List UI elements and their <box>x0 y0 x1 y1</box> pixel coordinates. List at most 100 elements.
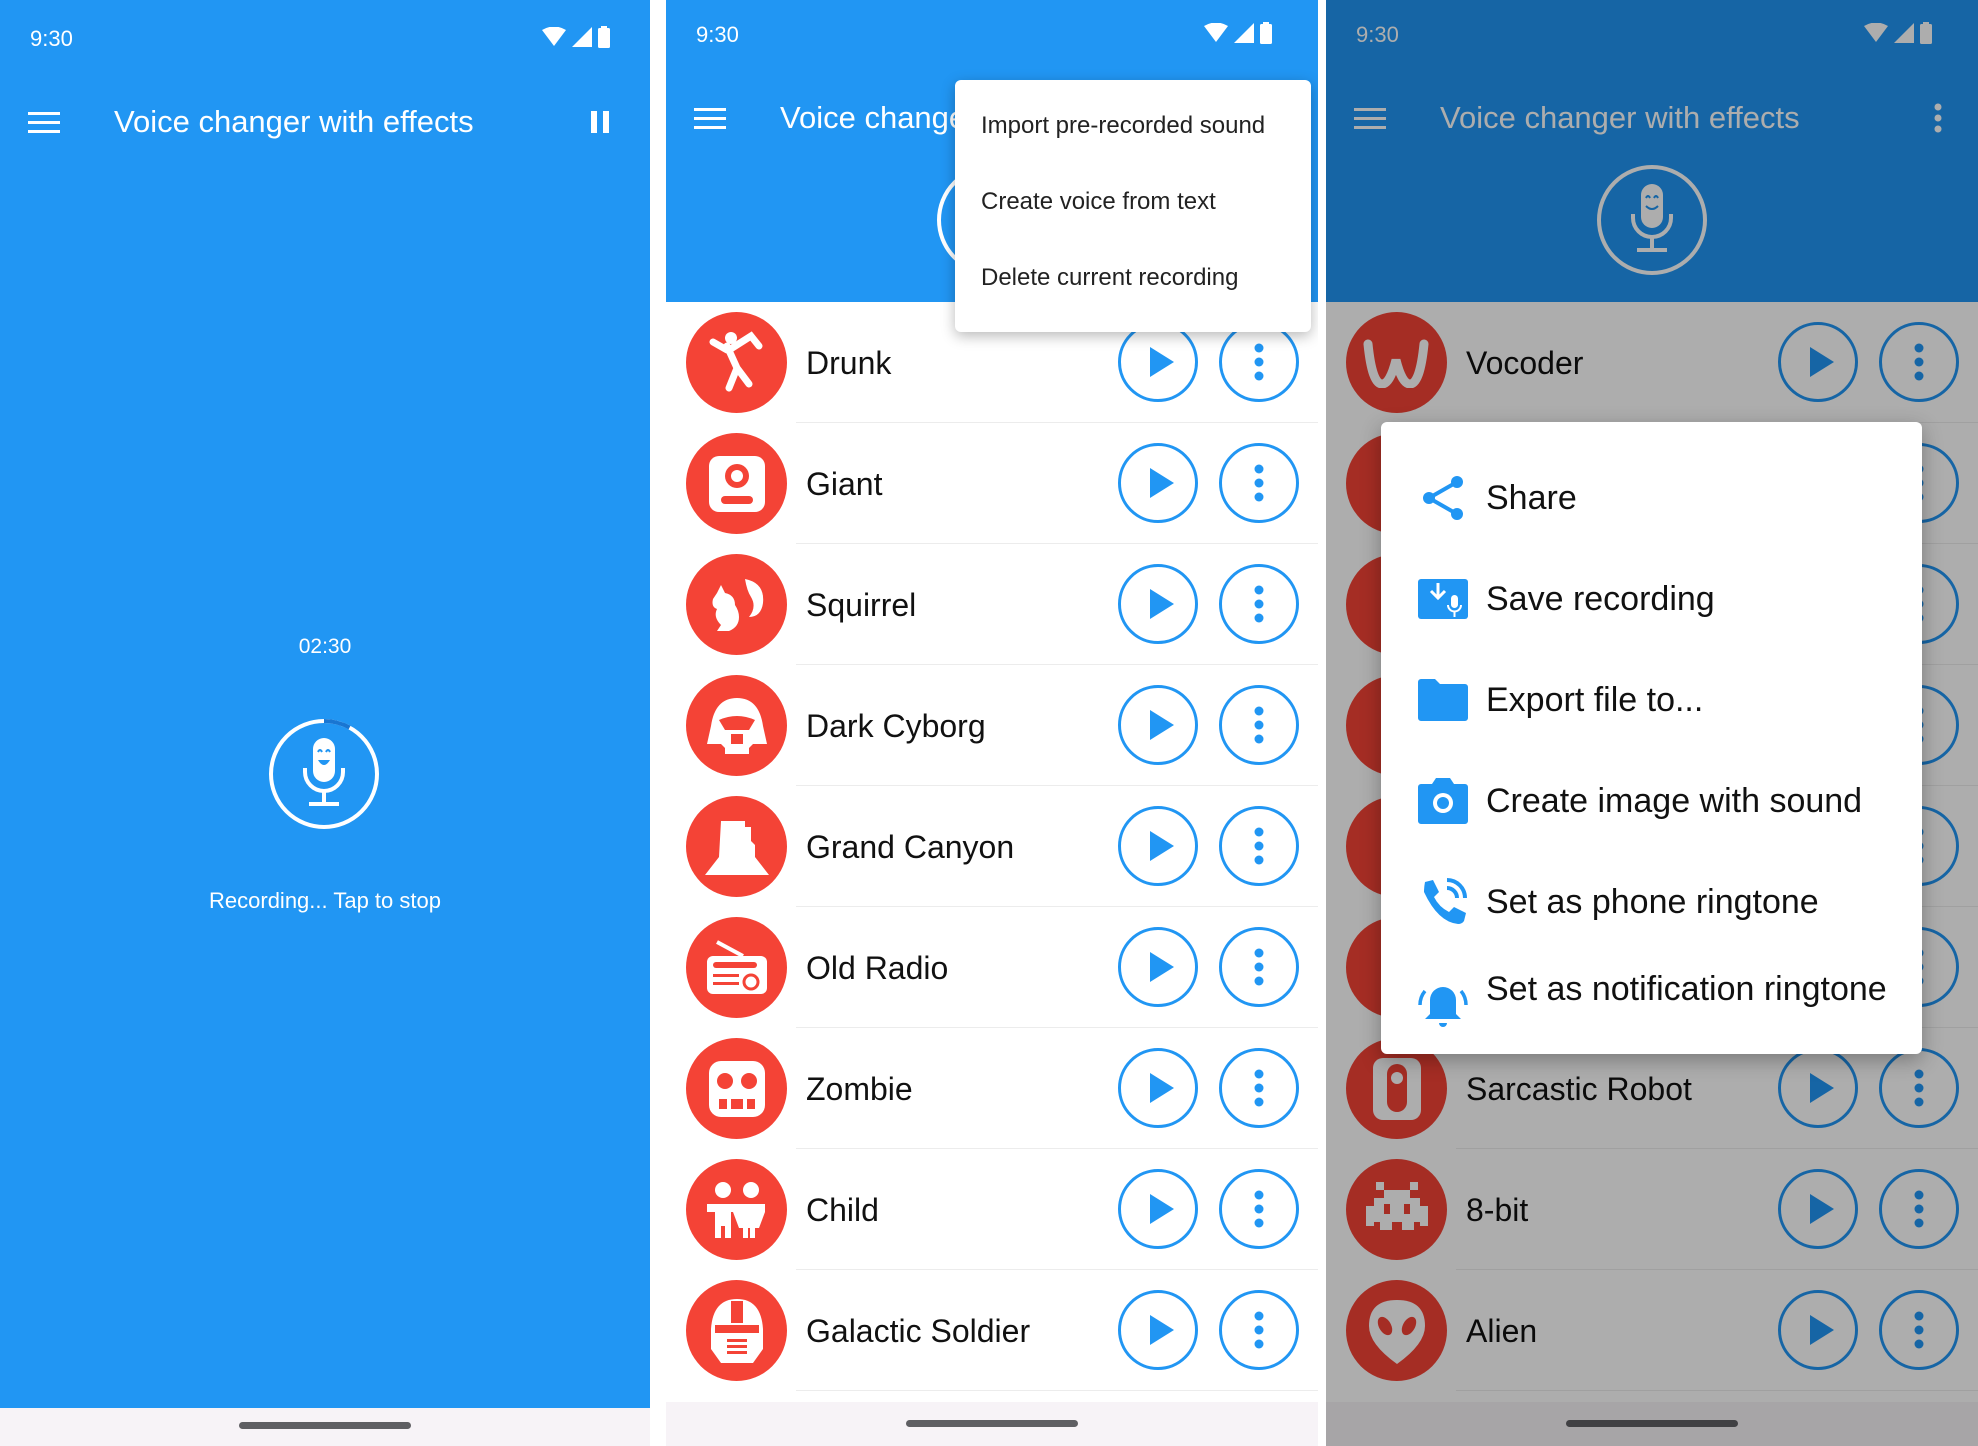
effect-options-button[interactable] <box>1219 806 1299 886</box>
dialog-item-notification-ringtone[interactable]: Set as notification ringtone <box>1381 949 1922 1069</box>
play-effect-button[interactable] <box>1118 1048 1198 1128</box>
more-vert-icon <box>1254 464 1264 502</box>
dialog-item-label: Export file to... <box>1486 681 1704 719</box>
effect-row[interactable]: Squirrel <box>666 544 1318 665</box>
children-icon <box>686 1159 787 1260</box>
stop-recording-button[interactable] <box>266 716 382 832</box>
drunk-person-icon <box>686 312 787 413</box>
hamburger-icon <box>694 108 726 129</box>
play-effect-button[interactable] <box>1118 443 1198 523</box>
gesture-nav-bar <box>666 1402 1318 1446</box>
play-icon <box>1146 1071 1176 1105</box>
effect-row[interactable]: Child <box>666 1149 1318 1270</box>
effect-name: Old Radio <box>806 950 949 986</box>
status-time: 9:30 <box>30 26 73 51</box>
share-dialog-screen: 9:30 Voice changer with effects Vocoder S… <box>1326 0 1978 1446</box>
recording-timer: 02:30 <box>298 635 352 658</box>
more-vert-icon <box>1254 1311 1264 1349</box>
play-icon <box>1146 466 1176 500</box>
effect-row[interactable]: Dark Cyborg <box>666 665 1318 786</box>
wifi-icon <box>542 27 566 46</box>
play-effect-button[interactable] <box>1118 1290 1198 1370</box>
menu-item-delete-recording[interactable]: Delete current recording <box>955 240 1311 316</box>
notification-bell-icon <box>1417 979 1469 1031</box>
effect-row[interactable]: Galactic Soldier <box>666 1270 1318 1391</box>
effect-row[interactable]: Grand Canyon <box>666 786 1318 907</box>
home-gesture-handle[interactable] <box>239 1422 411 1429</box>
dialog-item-label: Save recording <box>1486 580 1715 618</box>
hamburger-menu-button[interactable] <box>26 104 62 140</box>
effect-options-button[interactable] <box>1219 322 1299 402</box>
effect-options-button[interactable] <box>1219 1169 1299 1249</box>
squirrel-icon <box>686 554 787 655</box>
recording-screen: 9:30 Voice changer with effects 02:30 Re… <box>0 0 650 1446</box>
more-vert-icon <box>1254 1190 1264 1228</box>
dialog-item-share[interactable]: Share <box>1381 444 1922 545</box>
signal-icon <box>1234 23 1254 43</box>
effect-options-button[interactable] <box>1219 685 1299 765</box>
menu-item-import-sound[interactable]: Import pre-recorded sound <box>955 88 1311 164</box>
dialog-item-label: Set as phone ringtone <box>1486 883 1819 921</box>
play-effect-button[interactable] <box>1118 685 1198 765</box>
effects-list: Drunk Giant Squirrel Dark Cyborg Grand Canyo… <box>666 302 1318 1391</box>
zombie-face-icon <box>686 1038 787 1139</box>
more-vert-icon <box>1254 948 1264 986</box>
menu-item-voice-from-text[interactable]: Create voice from text <box>955 164 1311 240</box>
play-effect-button[interactable] <box>1118 564 1198 644</box>
play-effect-button[interactable] <box>1118 927 1198 1007</box>
dialog-item-phone-ringtone[interactable]: Set as phone ringtone <box>1381 848 1922 949</box>
effect-name: Child <box>806 1192 879 1228</box>
effect-row[interactable]: Old Radio <box>666 907 1318 1028</box>
giant-icon <box>686 433 787 534</box>
effect-name: Squirrel <box>806 587 917 623</box>
play-effect-button[interactable] <box>1118 806 1198 886</box>
effects-list-screen: 9:30 Voice changer with effects DrunkGia… <box>666 0 1318 1446</box>
battery-icon <box>598 26 610 48</box>
dialog-item-save-recording[interactable]: Save recording <box>1381 545 1922 646</box>
effect-options-button[interactable] <box>1219 1290 1299 1370</box>
effect-options-button[interactable] <box>1219 1048 1299 1128</box>
folder-icon <box>1417 674 1469 726</box>
dialog-item-export-file[interactable]: Export file to... <box>1381 646 1922 747</box>
app-bar: Voice changer with effects <box>0 76 650 168</box>
effect-options-button[interactable] <box>1219 564 1299 644</box>
smiling-microphone-icon <box>303 738 345 806</box>
play-icon <box>1146 345 1176 379</box>
play-effect-button[interactable] <box>1118 1169 1198 1249</box>
effect-name: Drunk <box>806 345 892 381</box>
recording-status-label: Recording... Tap to stop <box>209 888 441 913</box>
effect-name: Zombie <box>806 1071 913 1107</box>
hamburger-menu-button[interactable] <box>692 100 728 136</box>
status-bar: 9:30 <box>666 0 1318 70</box>
effect-row[interactable]: Giant <box>666 423 1318 544</box>
battery-icon <box>1260 22 1272 44</box>
play-icon <box>1146 829 1176 863</box>
status-icons <box>1204 22 1272 44</box>
status-time: 9:30 <box>696 22 739 47</box>
play-icon <box>1146 950 1176 984</box>
effect-name: Grand Canyon <box>806 829 1015 865</box>
dialog-item-create-image[interactable]: Create image with sound <box>1381 747 1922 848</box>
canyon-rock-icon <box>686 796 787 897</box>
home-gesture-handle[interactable] <box>906 1420 1078 1427</box>
play-effect-button[interactable] <box>1118 322 1198 402</box>
save-recording-icon <box>1417 573 1469 625</box>
play-icon <box>1146 587 1176 621</box>
dialog-item-label: Share <box>1486 479 1577 517</box>
effect-row[interactable]: Zombie <box>666 1028 1318 1149</box>
play-icon <box>1146 1192 1176 1226</box>
signal-icon <box>572 27 592 47</box>
share-options-dialog: Share Save recording Export file to... C… <box>1381 422 1922 1054</box>
more-vert-icon <box>1254 585 1264 623</box>
app-title: Voice changer with effects <box>114 104 474 139</box>
overflow-menu: Import pre-recorded sound Create voice f… <box>955 80 1311 332</box>
hamburger-icon <box>28 112 60 133</box>
gesture-nav-bar <box>0 1408 650 1446</box>
effect-options-button[interactable] <box>1219 443 1299 523</box>
pause-icon <box>591 111 609 133</box>
effect-options-button[interactable] <box>1219 927 1299 1007</box>
camera-icon <box>1417 775 1469 827</box>
pause-button[interactable] <box>580 100 620 144</box>
radio-icon <box>686 917 787 1018</box>
effect-name: Dark Cyborg <box>806 708 986 744</box>
